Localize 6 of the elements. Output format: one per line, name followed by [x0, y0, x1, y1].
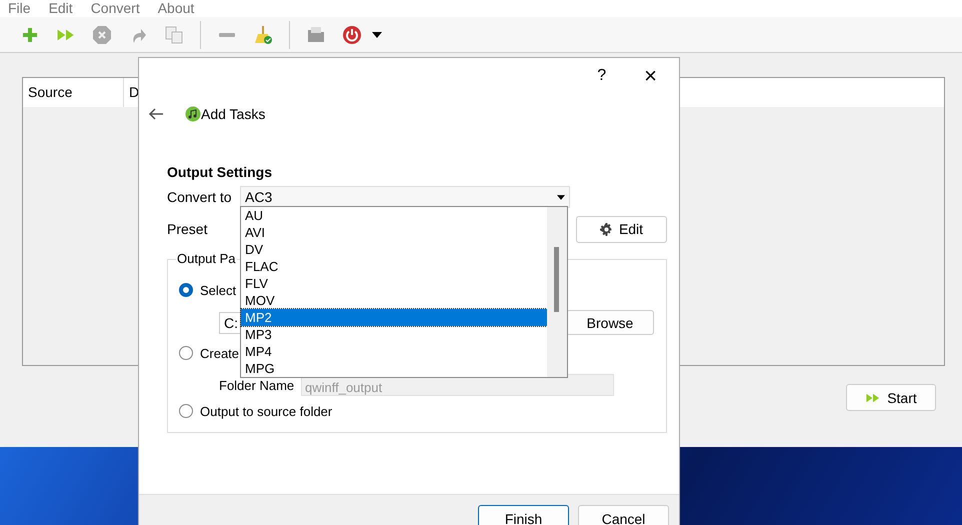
field-label: Folder Name [219, 378, 296, 392]
field-label: Preset [167, 221, 208, 237]
group-title: Output Pa [176, 251, 237, 266]
field-label: Convert to [167, 189, 233, 205]
page-title: Add Tasks [201, 106, 266, 122]
section-title: Output Settings [167, 163, 273, 181]
